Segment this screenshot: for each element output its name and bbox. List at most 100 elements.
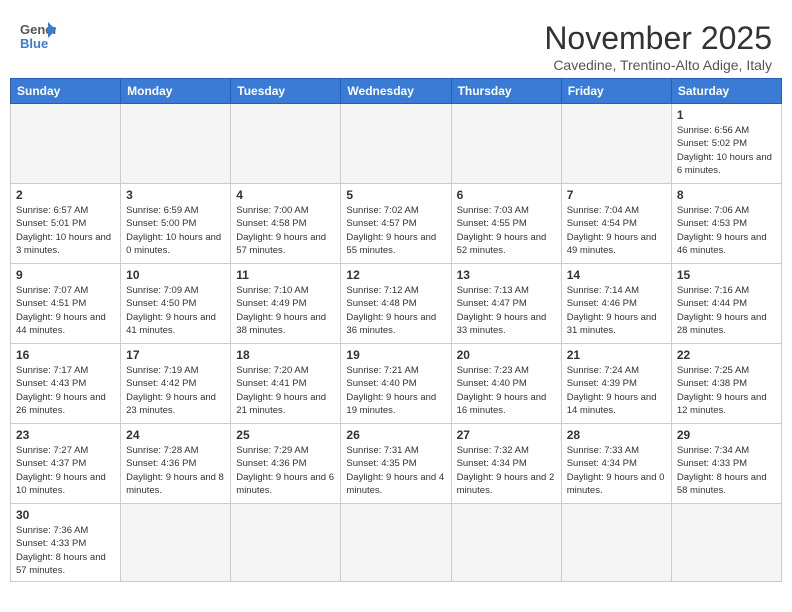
day-number: 21 xyxy=(567,348,666,362)
day-number: 4 xyxy=(236,188,335,202)
weekday-header-cell: Wednesday xyxy=(341,79,451,104)
day-number: 28 xyxy=(567,428,666,442)
calendar-week-row: 9Sunrise: 7:07 AM Sunset: 4:51 PM Daylig… xyxy=(11,264,782,344)
logo-icon: General Blue xyxy=(20,20,56,50)
day-number: 1 xyxy=(677,108,776,122)
calendar-week-row: 16 Sunrise: 7:17 AM Sunset: 4:43 PM Dayli… xyxy=(11,344,782,424)
day-info: Sunrise: 7:23 AM Sunset: 4:40 PM Dayligh… xyxy=(457,364,556,417)
day-number: 20 xyxy=(457,348,556,362)
logo: General Blue xyxy=(20,20,56,50)
day-number: 23 xyxy=(16,428,115,442)
calendar-day-cell: 30 Sunrise: 7:36 AM Sunset: 4:33 PM Dayli… xyxy=(11,504,121,582)
calendar-day-cell: 24 Sunrise: 7:28 AM Sunset: 4:36 PM Dayli… xyxy=(121,424,231,504)
day-info: Sunrise: 7:29 AM Sunset: 4:36 PM Dayligh… xyxy=(236,444,335,497)
calendar-day-cell: 11 Sunrise: 7:10 AM Sunset: 4:49 PM Dayli… xyxy=(231,264,341,344)
calendar-week-row: 2Sunrise: 6:57 AM Sunset: 5:01 PM Daylig… xyxy=(11,184,782,264)
day-info: Sunrise: 7:10 AM Sunset: 4:49 PM Dayligh… xyxy=(236,284,335,337)
calendar-day-cell xyxy=(341,104,451,184)
weekday-header-cell: Friday xyxy=(561,79,671,104)
calendar-week-row: 30 Sunrise: 7:36 AM Sunset: 4:33 PM Dayli… xyxy=(11,504,782,582)
day-number: 14 xyxy=(567,268,666,282)
calendar-day-cell: 2Sunrise: 6:57 AM Sunset: 5:01 PM Daylig… xyxy=(11,184,121,264)
month-title: November 2025 xyxy=(544,20,772,57)
day-number: 7 xyxy=(567,188,666,202)
day-number: 11 xyxy=(236,268,335,282)
day-number: 29 xyxy=(677,428,776,442)
day-number: 12 xyxy=(346,268,445,282)
day-number: 30 xyxy=(16,508,115,522)
calendar-day-cell: 6Sunrise: 7:03 AM Sunset: 4:55 PM Daylig… xyxy=(451,184,561,264)
calendar-day-cell xyxy=(561,104,671,184)
calendar-day-cell: 19 Sunrise: 7:21 AM Sunset: 4:40 PM Dayli… xyxy=(341,344,451,424)
day-number: 2 xyxy=(16,188,115,202)
calendar-day-cell: 4Sunrise: 7:00 AM Sunset: 4:58 PM Daylig… xyxy=(231,184,341,264)
calendar-day-cell: 28 Sunrise: 7:33 AM Sunset: 4:34 PM Dayli… xyxy=(561,424,671,504)
day-info: Sunrise: 7:31 AM Sunset: 4:35 PM Dayligh… xyxy=(346,444,445,497)
weekday-header-cell: Monday xyxy=(121,79,231,104)
calendar-day-cell xyxy=(121,504,231,582)
weekday-header-cell: Sunday xyxy=(11,79,121,104)
day-number: 16 xyxy=(16,348,115,362)
day-info: Sunrise: 7:06 AM Sunset: 4:53 PM Dayligh… xyxy=(677,204,776,257)
calendar-day-cell: 14 Sunrise: 7:14 AM Sunset: 4:46 PM Dayli… xyxy=(561,264,671,344)
day-number: 10 xyxy=(126,268,225,282)
weekday-header-cell: Tuesday xyxy=(231,79,341,104)
day-info: Sunrise: 7:16 AM Sunset: 4:44 PM Dayligh… xyxy=(677,284,776,337)
day-info: Sunrise: 7:36 AM Sunset: 4:33 PM Dayligh… xyxy=(16,524,115,577)
day-info: Sunrise: 7:20 AM Sunset: 4:41 PM Dayligh… xyxy=(236,364,335,417)
day-number: 9 xyxy=(16,268,115,282)
calendar-day-cell: 29 Sunrise: 7:34 AM Sunset: 4:33 PM Dayli… xyxy=(671,424,781,504)
page-header: General Blue November 2025 Cavedine, Tre… xyxy=(10,10,782,78)
day-info: Sunrise: 7:25 AM Sunset: 4:38 PM Dayligh… xyxy=(677,364,776,417)
calendar-week-row: 1 Sunrise: 6:56 AM Sunset: 5:02 PM Daylig… xyxy=(11,104,782,184)
calendar-day-cell: 25 Sunrise: 7:29 AM Sunset: 4:36 PM Dayli… xyxy=(231,424,341,504)
day-number: 8 xyxy=(677,188,776,202)
svg-text:Blue: Blue xyxy=(20,36,48,50)
day-number: 17 xyxy=(126,348,225,362)
day-info: Sunrise: 6:56 AM Sunset: 5:02 PM Dayligh… xyxy=(677,124,776,177)
calendar-day-cell xyxy=(451,504,561,582)
calendar-week-row: 23 Sunrise: 7:27 AM Sunset: 4:37 PM Dayli… xyxy=(11,424,782,504)
day-info: Sunrise: 7:32 AM Sunset: 4:34 PM Dayligh… xyxy=(457,444,556,497)
day-info: Sunrise: 7:27 AM Sunset: 4:37 PM Dayligh… xyxy=(16,444,115,497)
calendar-day-cell: 16 Sunrise: 7:17 AM Sunset: 4:43 PM Dayli… xyxy=(11,344,121,424)
calendar-day-cell: 3Sunrise: 6:59 AM Sunset: 5:00 PM Daylig… xyxy=(121,184,231,264)
day-number: 3 xyxy=(126,188,225,202)
day-info: Sunrise: 7:24 AM Sunset: 4:39 PM Dayligh… xyxy=(567,364,666,417)
calendar-day-cell: 22 Sunrise: 7:25 AM Sunset: 4:38 PM Dayli… xyxy=(671,344,781,424)
calendar-day-cell: 17Sunrise: 7:19 AM Sunset: 4:42 PM Dayli… xyxy=(121,344,231,424)
weekday-header-row: SundayMondayTuesdayWednesdayThursdayFrid… xyxy=(11,79,782,104)
day-number: 24 xyxy=(126,428,225,442)
calendar-day-cell: 7Sunrise: 7:04 AM Sunset: 4:54 PM Daylig… xyxy=(561,184,671,264)
calendar-day-cell xyxy=(231,504,341,582)
day-number: 18 xyxy=(236,348,335,362)
day-info: Sunrise: 7:14 AM Sunset: 4:46 PM Dayligh… xyxy=(567,284,666,337)
calendar-day-cell: 15 Sunrise: 7:16 AM Sunset: 4:44 PM Dayli… xyxy=(671,264,781,344)
day-info: Sunrise: 7:21 AM Sunset: 4:40 PM Dayligh… xyxy=(346,364,445,417)
day-info: Sunrise: 7:33 AM Sunset: 4:34 PM Dayligh… xyxy=(567,444,666,497)
day-info: Sunrise: 7:12 AM Sunset: 4:48 PM Dayligh… xyxy=(346,284,445,337)
calendar-day-cell xyxy=(231,104,341,184)
day-info: Sunrise: 7:09 AM Sunset: 4:50 PM Dayligh… xyxy=(126,284,225,337)
calendar-day-cell: 26 Sunrise: 7:31 AM Sunset: 4:35 PM Dayli… xyxy=(341,424,451,504)
day-number: 25 xyxy=(236,428,335,442)
day-number: 22 xyxy=(677,348,776,362)
day-number: 15 xyxy=(677,268,776,282)
calendar-day-cell: 10 Sunrise: 7:09 AM Sunset: 4:50 PM Dayli… xyxy=(121,264,231,344)
calendar-day-cell: 23 Sunrise: 7:27 AM Sunset: 4:37 PM Dayli… xyxy=(11,424,121,504)
calendar-day-cell: 9Sunrise: 7:07 AM Sunset: 4:51 PM Daylig… xyxy=(11,264,121,344)
calendar-day-cell xyxy=(671,504,781,582)
day-info: Sunrise: 7:28 AM Sunset: 4:36 PM Dayligh… xyxy=(126,444,225,497)
calendar-day-cell xyxy=(341,504,451,582)
calendar-day-cell: 8 Sunrise: 7:06 AM Sunset: 4:53 PM Daylig… xyxy=(671,184,781,264)
day-number: 19 xyxy=(346,348,445,362)
calendar-day-cell xyxy=(561,504,671,582)
calendar-day-cell xyxy=(11,104,121,184)
day-info: Sunrise: 7:17 AM Sunset: 4:43 PM Dayligh… xyxy=(16,364,115,417)
calendar-day-cell: 13Sunrise: 7:13 AM Sunset: 4:47 PM Dayli… xyxy=(451,264,561,344)
day-info: Sunrise: 7:34 AM Sunset: 4:33 PM Dayligh… xyxy=(677,444,776,497)
day-number: 6 xyxy=(457,188,556,202)
calendar-day-cell: 20 Sunrise: 7:23 AM Sunset: 4:40 PM Dayli… xyxy=(451,344,561,424)
calendar-day-cell: 21 Sunrise: 7:24 AM Sunset: 4:39 PM Dayli… xyxy=(561,344,671,424)
day-number: 26 xyxy=(346,428,445,442)
